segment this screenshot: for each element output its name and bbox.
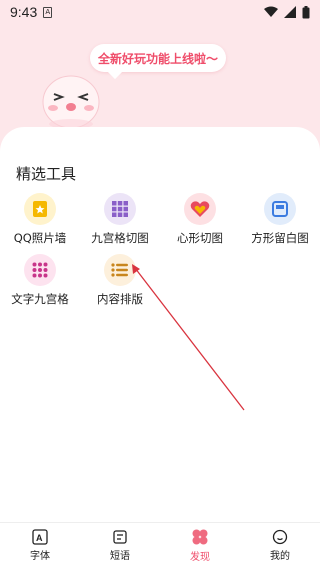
tool-qq-photo-wall[interactable]: QQ照片墙 bbox=[0, 193, 80, 253]
status-icons bbox=[264, 5, 310, 19]
list-layout-icon bbox=[104, 254, 136, 286]
tool-text-nine-grid[interactable]: 文字九宫格 bbox=[0, 254, 80, 314]
tool-label: 内容排版 bbox=[97, 292, 143, 306]
promo-bubble[interactable]: 全新好玩功能上线啦～ bbox=[90, 44, 226, 72]
tab-phrases[interactable]: 短语 bbox=[80, 523, 160, 568]
tab-discover[interactable]: 发现 bbox=[160, 523, 240, 568]
phrases-icon bbox=[113, 530, 127, 544]
wifi-icon bbox=[264, 6, 278, 17]
signal-icon bbox=[284, 6, 296, 18]
tool-label: 心形切图 bbox=[177, 231, 223, 245]
photo-wall-icon bbox=[24, 193, 56, 225]
tab-mine[interactable]: 我的 bbox=[240, 523, 320, 568]
tool-heart-cut[interactable]: 心形切图 bbox=[160, 193, 240, 253]
mascot-icon bbox=[42, 75, 100, 129]
bottom-tab-bar: A 字体 短语 发现 我的 bbox=[0, 522, 320, 568]
tool-nine-grid-cut[interactable]: 九宫格切图 bbox=[80, 193, 160, 253]
clover-icon bbox=[192, 529, 208, 545]
tab-label: 发现 bbox=[190, 552, 210, 563]
notification-icon: A bbox=[43, 6, 53, 18]
tool-square-blank[interactable]: 方形留白图 bbox=[240, 193, 320, 253]
tool-content-layout[interactable]: 内容排版 bbox=[80, 254, 160, 314]
nine-grid-icon bbox=[104, 193, 136, 225]
square-frame-icon bbox=[264, 193, 296, 225]
dot-grid-icon bbox=[24, 254, 56, 286]
tab-label: 短语 bbox=[110, 551, 130, 562]
tab-label: 字体 bbox=[30, 551, 50, 562]
heart-icon bbox=[184, 193, 216, 225]
section-title: 精选工具 bbox=[16, 165, 77, 183]
tool-label: 九宫格切图 bbox=[91, 231, 149, 245]
status-bar: 9:43 A bbox=[0, 0, 320, 24]
font-icon: A bbox=[32, 529, 48, 545]
battery-icon bbox=[302, 5, 310, 18]
profile-icon bbox=[272, 529, 288, 545]
tab-label: 我的 bbox=[270, 551, 290, 562]
status-time: 9:43 bbox=[10, 4, 38, 20]
tools-panel: 精选工具 QQ照片墙 九宫格切图 心形切图 方形留白图 文字九宫格 内容排版 bbox=[0, 127, 320, 523]
tool-label: 方形留白图 bbox=[251, 231, 309, 245]
tool-label: 文字九宫格 bbox=[11, 292, 69, 306]
tool-label: QQ照片墙 bbox=[13, 231, 67, 245]
svg-text:A: A bbox=[36, 533, 43, 543]
tab-font[interactable]: A 字体 bbox=[0, 523, 80, 568]
